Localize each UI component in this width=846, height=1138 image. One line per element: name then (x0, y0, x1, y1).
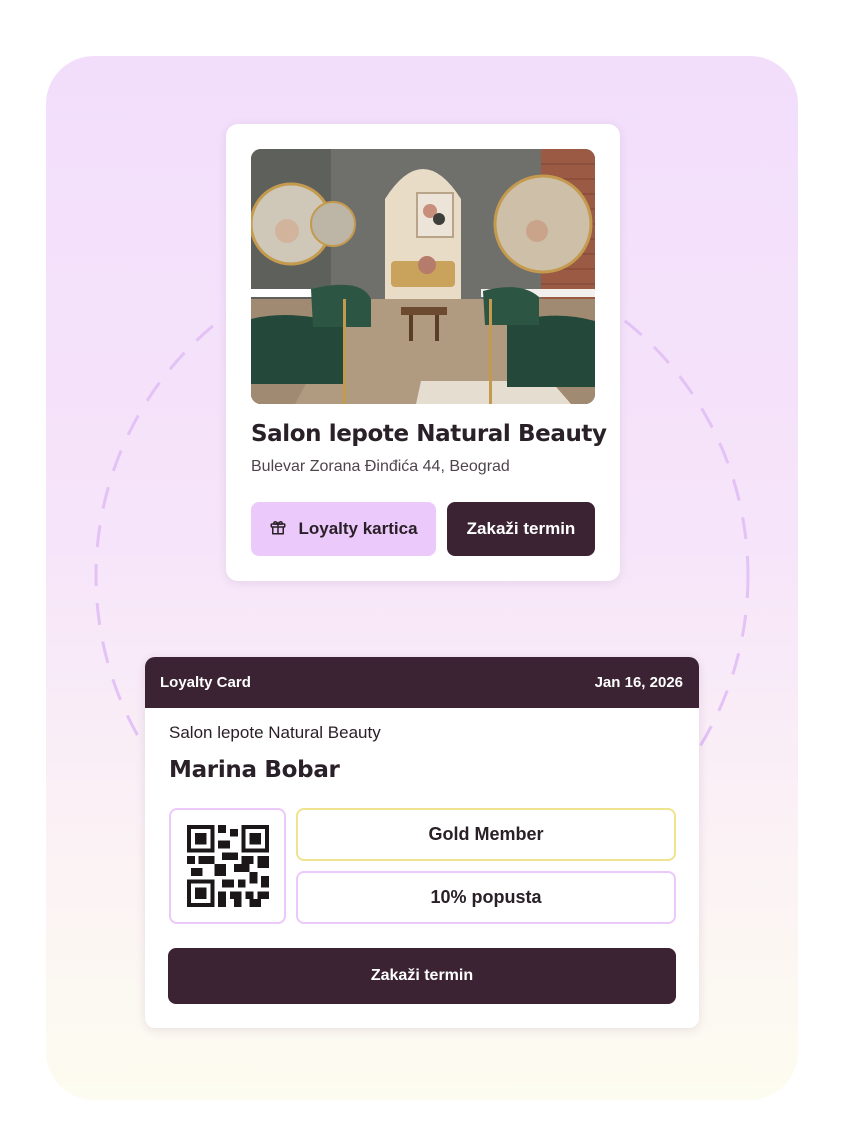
qr-code-icon (186, 825, 269, 907)
loyalty-card: Loyalty Card Jan 16, 2026 Salon lepote N… (145, 657, 699, 1028)
membership-tier-badge: Gold Member (296, 808, 676, 861)
salon-name: Salon lepote Natural Beauty (251, 421, 607, 447)
qr-code-box[interactable] (169, 808, 286, 924)
loyalty-card-header: Loyalty Card Jan 16, 2026 (145, 657, 699, 708)
gift-icon (269, 518, 287, 541)
loyalty-card-title: Loyalty Card (160, 674, 251, 691)
member-name: Marina Bobar (169, 757, 340, 783)
salon-card: Salon lepote Natural Beauty Bulevar Zora… (226, 124, 620, 581)
loyalty-card-date: Jan 16, 2026 (594, 674, 683, 691)
loyalty-card-salon-name: Salon lepote Natural Beauty (169, 723, 381, 742)
salon-photo (251, 149, 595, 404)
book-appointment-button[interactable]: Zakaži termin (447, 502, 595, 556)
loyalty-book-appointment-button[interactable]: Zakaži termin (168, 948, 676, 1004)
loyalty-card-button-label: Loyalty kartica (298, 519, 418, 538)
salon-address: Bulevar Zorana Đinđića 44, Beograd (251, 458, 510, 475)
loyalty-card-button[interactable]: Loyalty kartica (251, 502, 436, 556)
discount-badge: 10% popusta (296, 871, 676, 924)
